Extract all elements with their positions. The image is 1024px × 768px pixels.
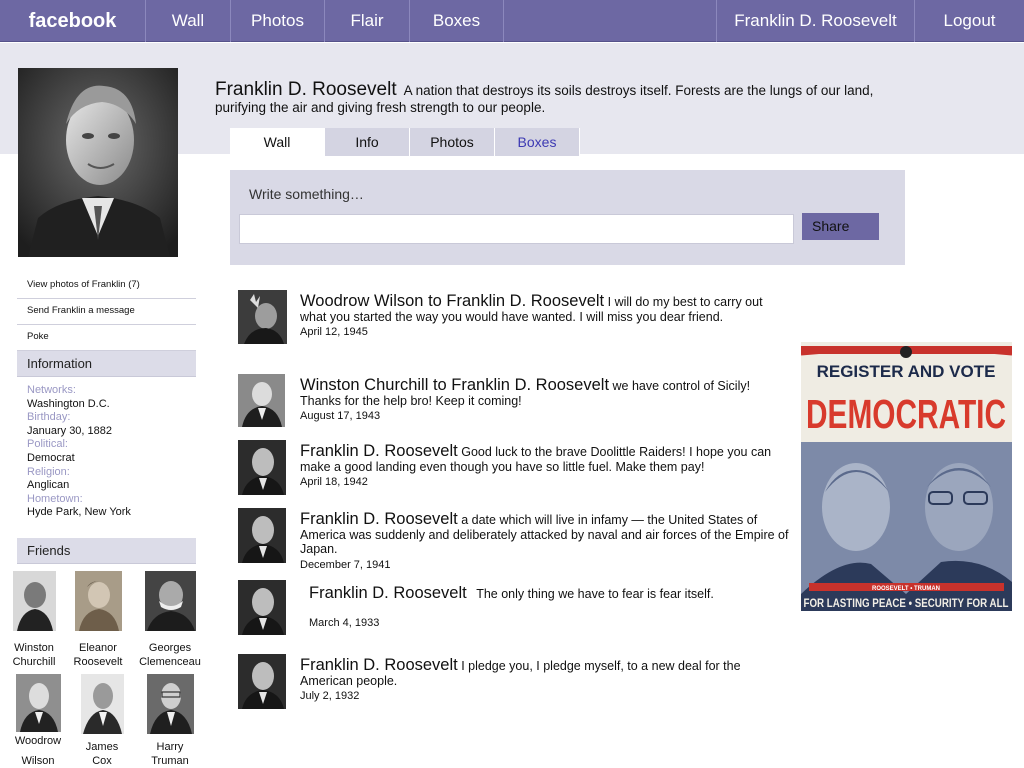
information-list: Networks: Washington D.C. Birthday: Janu…: [27, 384, 197, 520]
friend-winston-churchill[interactable]: Winston Churchill: [5, 571, 63, 669]
friend-photo[interactable]: [15, 674, 61, 732]
info-value[interactable]: Democrat: [27, 452, 197, 466]
info-label: Religion:: [27, 465, 70, 478]
friend-georges-clemenceau[interactable]: Georges Clemenceau: [136, 571, 204, 669]
composer-label: Write something…: [249, 186, 364, 202]
tab-boxes[interactable]: Boxes: [495, 128, 580, 156]
info-label: Birthday:: [27, 411, 71, 424]
post-body: Franklin D. Roosevelt The only thing we …: [309, 584, 799, 630]
information-header: Information: [17, 351, 196, 377]
post-author-photo[interactable]: [238, 580, 286, 635]
friend-photo[interactable]: [146, 674, 194, 734]
profile-header-text: Franklin D. Roosevelt A nation that dest…: [215, 79, 915, 116]
post-author-photo[interactable]: [238, 290, 287, 344]
post-author-photo[interactable]: [238, 654, 286, 709]
post-body: Franklin D. Roosevelt a date which will …: [300, 510, 790, 572]
info-value[interactable]: Anglican: [27, 479, 197, 493]
friend-photo[interactable]: [80, 674, 124, 734]
post-title[interactable]: Franklin D. Roosevelt: [300, 656, 458, 674]
friends-header[interactable]: Friends: [17, 538, 196, 564]
post-date: December 7, 1941: [300, 558, 391, 571]
info-value[interactable]: Hyde Park, New York: [27, 506, 197, 520]
friend-name: Eleanor: [79, 642, 117, 654]
nav-user-profile[interactable]: Franklin D. Roosevelt: [716, 0, 915, 42]
campaign-poster-image[interactable]: REGISTER AND VOTE DEMOCRATIC ROOSEVELT •…: [801, 342, 1012, 611]
post-title[interactable]: Franklin D. Roosevelt: [309, 584, 467, 602]
post-date: April 18, 1942: [300, 476, 368, 488]
profile-name: Franklin D. Roosevelt: [215, 79, 397, 100]
info-value[interactable]: Washington D.C.: [27, 398, 197, 412]
profile-actions: View photos of Franklin (7) Send Frankli…: [17, 273, 196, 377]
friend-name: Roosevelt: [73, 656, 123, 668]
composer-input[interactable]: [239, 214, 794, 244]
friend-name: Winston: [14, 642, 54, 654]
friend-photo[interactable]: [144, 571, 196, 631]
poster-footer: FOR LASTING PEACE • SECURITY FOR ALL: [804, 596, 1009, 610]
post-author-photo[interactable]: [238, 374, 285, 427]
send-message-link[interactable]: Send Franklin a message: [17, 299, 196, 325]
friend-harry-truman[interactable]: Harry Truman: [142, 674, 198, 768]
friend-name: James: [85, 741, 119, 753]
post-date: July 2, 1932: [300, 690, 360, 702]
post-date: March 4, 1933: [309, 616, 380, 629]
nav-flair[interactable]: Flair: [325, 0, 410, 42]
friend-photo[interactable]: [12, 571, 56, 631]
friend-name: Clemenceau: [139, 656, 201, 668]
wall-composer: Write something… Share: [230, 170, 905, 265]
facebook-logo[interactable]: facebook: [0, 0, 146, 42]
post-title[interactable]: Franklin D. Roosevelt: [300, 442, 458, 460]
share-button[interactable]: Share: [802, 213, 879, 240]
poster-line1: REGISTER AND VOTE: [817, 362, 996, 381]
post-body: Franklin D. Roosevelt I pledge you, I pl…: [300, 656, 790, 704]
friend-photo[interactable]: [74, 571, 122, 631]
view-photos-link[interactable]: View photos of Franklin (7): [17, 273, 196, 299]
post-body: Winston Churchill to Franklin D. Rooseve…: [300, 376, 790, 424]
friend-eleanor-roosevelt[interactable]: Eleanor Roosevelt: [68, 571, 128, 669]
tab-wall[interactable]: Wall: [230, 128, 325, 156]
friend-name: Churchill: [12, 656, 56, 668]
tab-photos[interactable]: Photos: [410, 128, 495, 156]
poke-link[interactable]: Poke: [17, 325, 196, 351]
post-author-photo[interactable]: [238, 440, 286, 495]
nav-wall[interactable]: Wall: [146, 0, 231, 42]
post-title[interactable]: Winston Churchill to Franklin D. Rooseve…: [300, 376, 609, 394]
friend-name: Truman: [151, 755, 189, 767]
nav-logout[interactable]: Logout: [915, 0, 1024, 42]
poster-line2: DEMOCRATIC: [806, 391, 1006, 437]
friend-name: Woodrow: [14, 735, 62, 747]
post-date: August 17, 1943: [300, 410, 381, 422]
friends-section: Friends: [17, 538, 196, 564]
nav-boxes[interactable]: Boxes: [410, 0, 504, 42]
nav-photos[interactable]: Photos: [231, 0, 325, 42]
post-title[interactable]: Franklin D. Roosevelt: [300, 510, 458, 528]
post-text: The only thing we have to fear is fear i…: [476, 587, 714, 601]
post-body: Woodrow Wilson to Franklin D. Roosevelt …: [300, 292, 790, 340]
post-author-photo[interactable]: [238, 508, 286, 563]
info-label: Hometown:: [27, 492, 83, 505]
info-label: Networks:: [27, 384, 76, 396]
friend-name: Cox: [92, 755, 112, 767]
info-label: Political:: [27, 438, 68, 451]
post-date: April 12, 1945: [300, 326, 368, 338]
tab-info[interactable]: Info: [325, 128, 410, 156]
poster-names: ROOSEVELT • TRUMAN: [872, 586, 940, 592]
top-nav-bar: facebook Wall Photos Flair Boxes Frankli…: [0, 0, 1024, 42]
friend-james-cox[interactable]: James Cox: [75, 674, 129, 768]
friend-name: Harry: [156, 741, 184, 753]
post-body: Franklin D. Roosevelt Good luck to the b…: [300, 442, 790, 490]
friend-name: Wilson: [21, 755, 55, 767]
friend-woodrow-wilson[interactable]: Woodrow Wilson: [8, 674, 68, 768]
info-value: January 30, 1882: [27, 424, 113, 437]
profile-photo[interactable]: [18, 68, 178, 257]
friend-name: Georges: [148, 642, 192, 654]
post-title[interactable]: Woodrow Wilson to Franklin D. Roosevelt: [300, 292, 604, 310]
